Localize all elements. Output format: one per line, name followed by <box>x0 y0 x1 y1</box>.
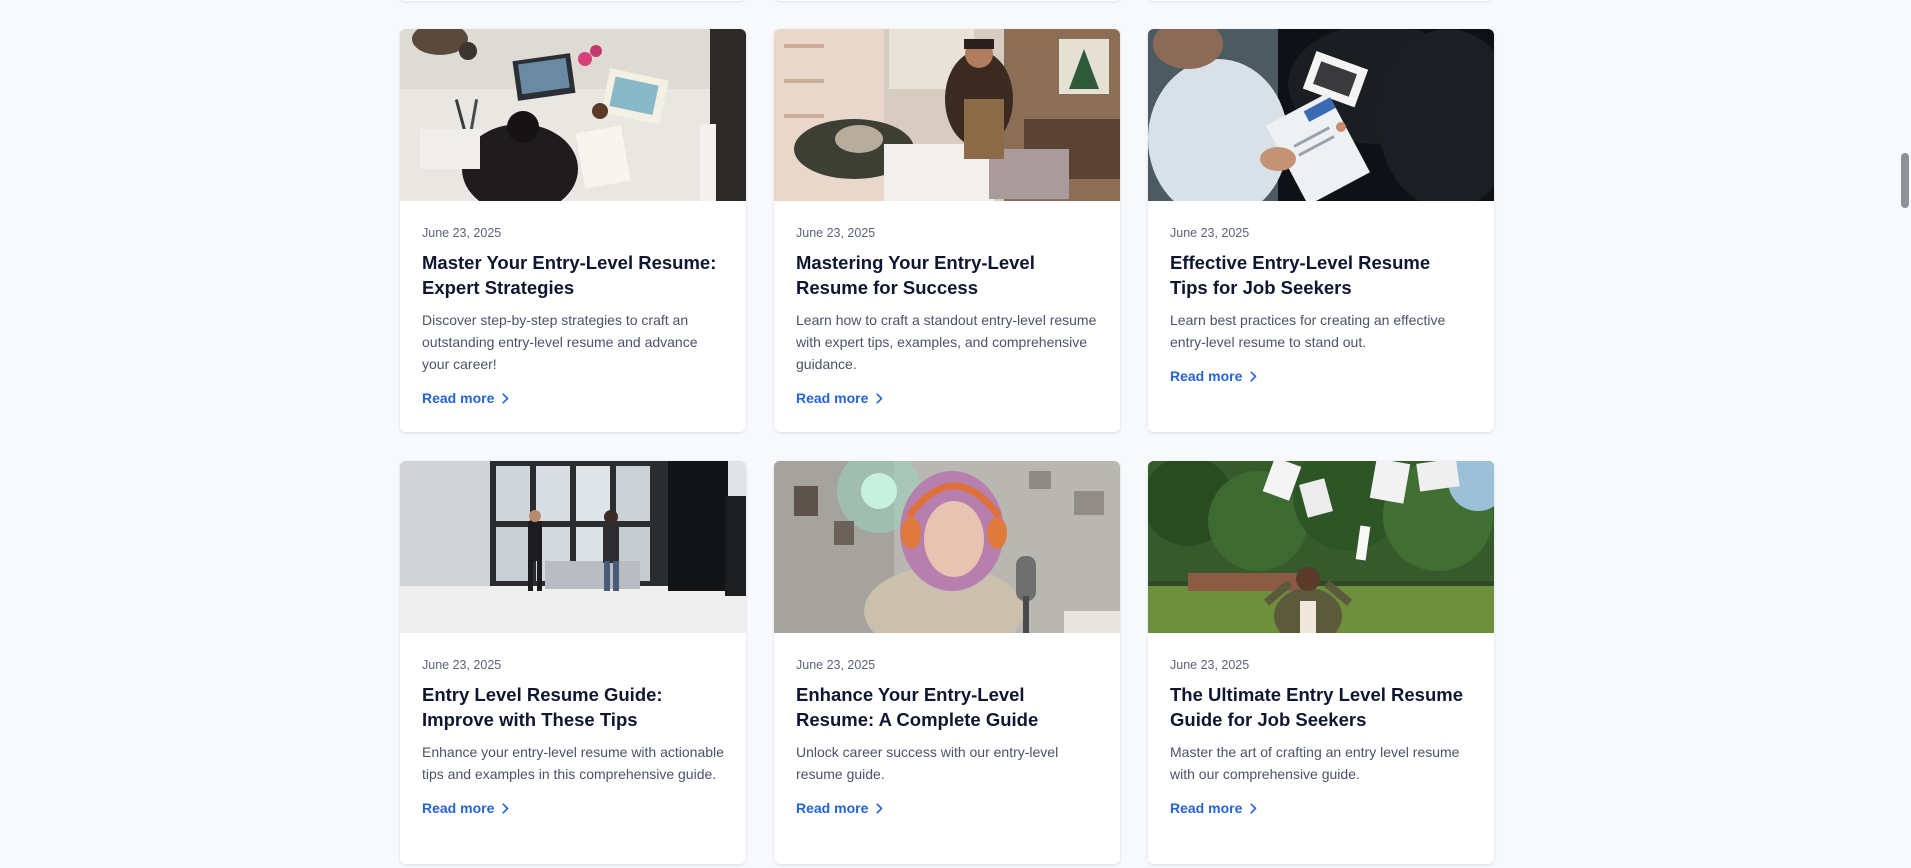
read-more-label: Read more <box>422 390 495 406</box>
article-description: Learn how to craft a standout entry-leve… <box>796 312 1097 372</box>
chevron-right-icon <box>502 802 509 814</box>
article-body: June 23, 2025 Enhance Your Entry-Level R… <box>774 633 1120 818</box>
article-title[interactable]: Entry Level Resume Guide: Improve with T… <box>422 682 724 732</box>
article-date: June 23, 2025 <box>796 226 876 240</box>
article-date: June 23, 2025 <box>1170 226 1250 240</box>
article-title[interactable]: The Ultimate Entry Level Resume Guide fo… <box>1170 682 1472 732</box>
read-more-label: Read more <box>1170 800 1243 816</box>
previous-card-edge <box>400 0 746 1</box>
article-image[interactable] <box>400 29 746 201</box>
article-card[interactable]: June 23, 2025 Mastering Your Entry-Level… <box>774 29 1120 432</box>
article-image[interactable] <box>774 29 1120 201</box>
read-more-link[interactable]: Read more <box>796 388 883 408</box>
read-more-link[interactable]: Read more <box>422 388 509 408</box>
read-more-link[interactable]: Read more <box>422 798 509 818</box>
article-image[interactable] <box>1148 29 1494 201</box>
scrollbar[interactable] <box>1897 0 1911 868</box>
previous-card-edge <box>774 0 1120 1</box>
article-image[interactable] <box>774 461 1120 633</box>
article-body: June 23, 2025 Mastering Your Entry-Level… <box>774 201 1120 408</box>
chevron-right-icon <box>1250 370 1257 382</box>
article-card[interactable]: June 23, 2025 Entry Level Resume Guide: … <box>400 461 746 864</box>
read-more-link[interactable]: Read more <box>796 798 883 818</box>
read-more-label: Read more <box>796 800 869 816</box>
article-body: June 23, 2025 Entry Level Resume Guide: … <box>400 633 746 818</box>
article-card[interactable]: June 23, 2025 Effective Entry-Level Resu… <box>1148 29 1494 432</box>
chevron-right-icon <box>502 392 509 404</box>
chevron-right-icon <box>876 392 883 404</box>
read-more-link[interactable]: Read more <box>1170 798 1257 818</box>
article-card[interactable]: June 23, 2025 The Ultimate Entry Level R… <box>1148 461 1494 864</box>
read-more-label: Read more <box>796 390 869 406</box>
read-more-label: Read more <box>422 800 495 816</box>
read-more-label: Read more <box>1170 368 1243 384</box>
page: June 23, 2025 Master Your Entry-Level Re… <box>0 0 1911 868</box>
article-body: June 23, 2025 The Ultimate Entry Level R… <box>1148 633 1494 818</box>
article-date: June 23, 2025 <box>796 658 876 672</box>
article-date: June 23, 2025 <box>422 226 502 240</box>
article-date: June 23, 2025 <box>1170 658 1250 672</box>
article-date: June 23, 2025 <box>422 658 502 672</box>
scrollbar-thumb[interactable] <box>1901 153 1909 208</box>
read-more-link[interactable]: Read more <box>1170 366 1257 386</box>
article-title[interactable]: Mastering Your Entry-Level Resume for Su… <box>796 250 1098 300</box>
article-title[interactable]: Master Your Entry-Level Resume: Expert S… <box>422 250 724 300</box>
article-image[interactable] <box>1148 461 1494 633</box>
article-description: Learn best practices for creating an eff… <box>1170 312 1446 350</box>
chevron-right-icon <box>876 802 883 814</box>
article-title[interactable]: Effective Entry-Level Resume Tips for Jo… <box>1170 250 1472 300</box>
article-title[interactable]: Enhance Your Entry-Level Resume: A Compl… <box>796 682 1098 732</box>
article-description: Unlock career success with our entry-lev… <box>796 744 1059 782</box>
article-image[interactable] <box>400 461 746 633</box>
article-card[interactable]: June 23, 2025 Enhance Your Entry-Level R… <box>774 461 1120 864</box>
article-body: June 23, 2025 Effective Entry-Level Resu… <box>1148 201 1494 386</box>
article-description: Discover step-by-step strategies to craf… <box>422 312 698 372</box>
article-body: June 23, 2025 Master Your Entry-Level Re… <box>400 201 746 408</box>
article-grid: June 23, 2025 Master Your Entry-Level Re… <box>400 29 1495 864</box>
chevron-right-icon <box>1250 802 1257 814</box>
article-description: Master the art of crafting an entry leve… <box>1170 744 1460 782</box>
previous-card-edge <box>1148 0 1494 1</box>
article-description: Enhance your entry-level resume with act… <box>422 744 724 782</box>
article-card[interactable]: June 23, 2025 Master Your Entry-Level Re… <box>400 29 746 432</box>
